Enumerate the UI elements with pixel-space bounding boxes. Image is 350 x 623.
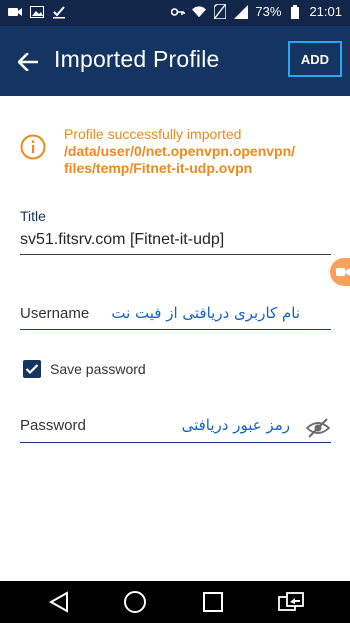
password-input[interactable]: Password — [20, 417, 86, 434]
video-icon — [336, 268, 350, 276]
nav-home-icon — [124, 591, 146, 613]
username-input[interactable]: Username — [20, 305, 89, 322]
nav-switch-icon — [278, 592, 304, 611]
nav-back-button[interactable] — [46, 589, 72, 615]
notice-path-line1: /data/user/0/net.openvpn.openvpn/ — [64, 143, 296, 159]
check-icon — [52, 5, 66, 19]
nav-recents-button[interactable] — [200, 589, 226, 615]
checkmark-icon — [25, 364, 39, 375]
battery-icon — [288, 4, 302, 19]
status-bar: 73% 21:01 — [0, 0, 350, 26]
key-icon — [171, 5, 186, 19]
notice-message: Profile successfully imported — [64, 126, 242, 142]
no-sim-icon — [213, 4, 227, 19]
visibility-off-icon[interactable] — [306, 418, 330, 438]
status-left-icons — [8, 5, 66, 19]
nav-switch-button[interactable] — [278, 589, 304, 615]
password-underline — [20, 442, 331, 443]
notice-path-line2: files/temp/Fitnet-it-udp.ovpn — [64, 160, 253, 176]
password-annotation: رمز عبور دریافتی — [181, 416, 290, 434]
username-annotation: نام کاربری دریافتی از فیت نت — [111, 304, 300, 322]
app-bar: Imported Profile ADD — [0, 26, 350, 96]
notice-text: Profile successfully imported /data/user… — [64, 126, 350, 177]
status-right-icons: 73% 21:01 — [171, 4, 342, 19]
floating-video-button[interactable] — [330, 258, 350, 286]
import-notice: Profile successfully imported /data/user… — [20, 124, 350, 184]
save-password-label[interactable]: Save password — [50, 361, 146, 377]
nav-back-icon — [49, 591, 68, 613]
image-icon — [30, 5, 44, 19]
back-arrow-icon — [18, 53, 38, 71]
save-password-checkbox[interactable] — [23, 360, 41, 378]
page-title: Imported Profile — [54, 46, 220, 72]
battery-percent: 73% — [255, 4, 282, 19]
camera-icon — [8, 5, 22, 19]
info-icon — [20, 134, 46, 160]
wifi-icon — [192, 5, 207, 19]
username-underline — [20, 329, 331, 330]
status-time: 21:01 — [309, 4, 342, 19]
title-underline — [20, 254, 331, 255]
signal-icon — [234, 4, 249, 19]
back-button[interactable] — [12, 46, 44, 78]
title-input[interactable]: sv51.fitsrv.com [Fitnet-it-udp] — [20, 231, 224, 249]
system-nav-bar — [0, 581, 350, 623]
title-label: Title — [20, 208, 46, 224]
add-button[interactable]: ADD — [288, 41, 342, 77]
nav-home-button[interactable] — [122, 589, 148, 615]
nav-recents-icon — [203, 592, 223, 612]
